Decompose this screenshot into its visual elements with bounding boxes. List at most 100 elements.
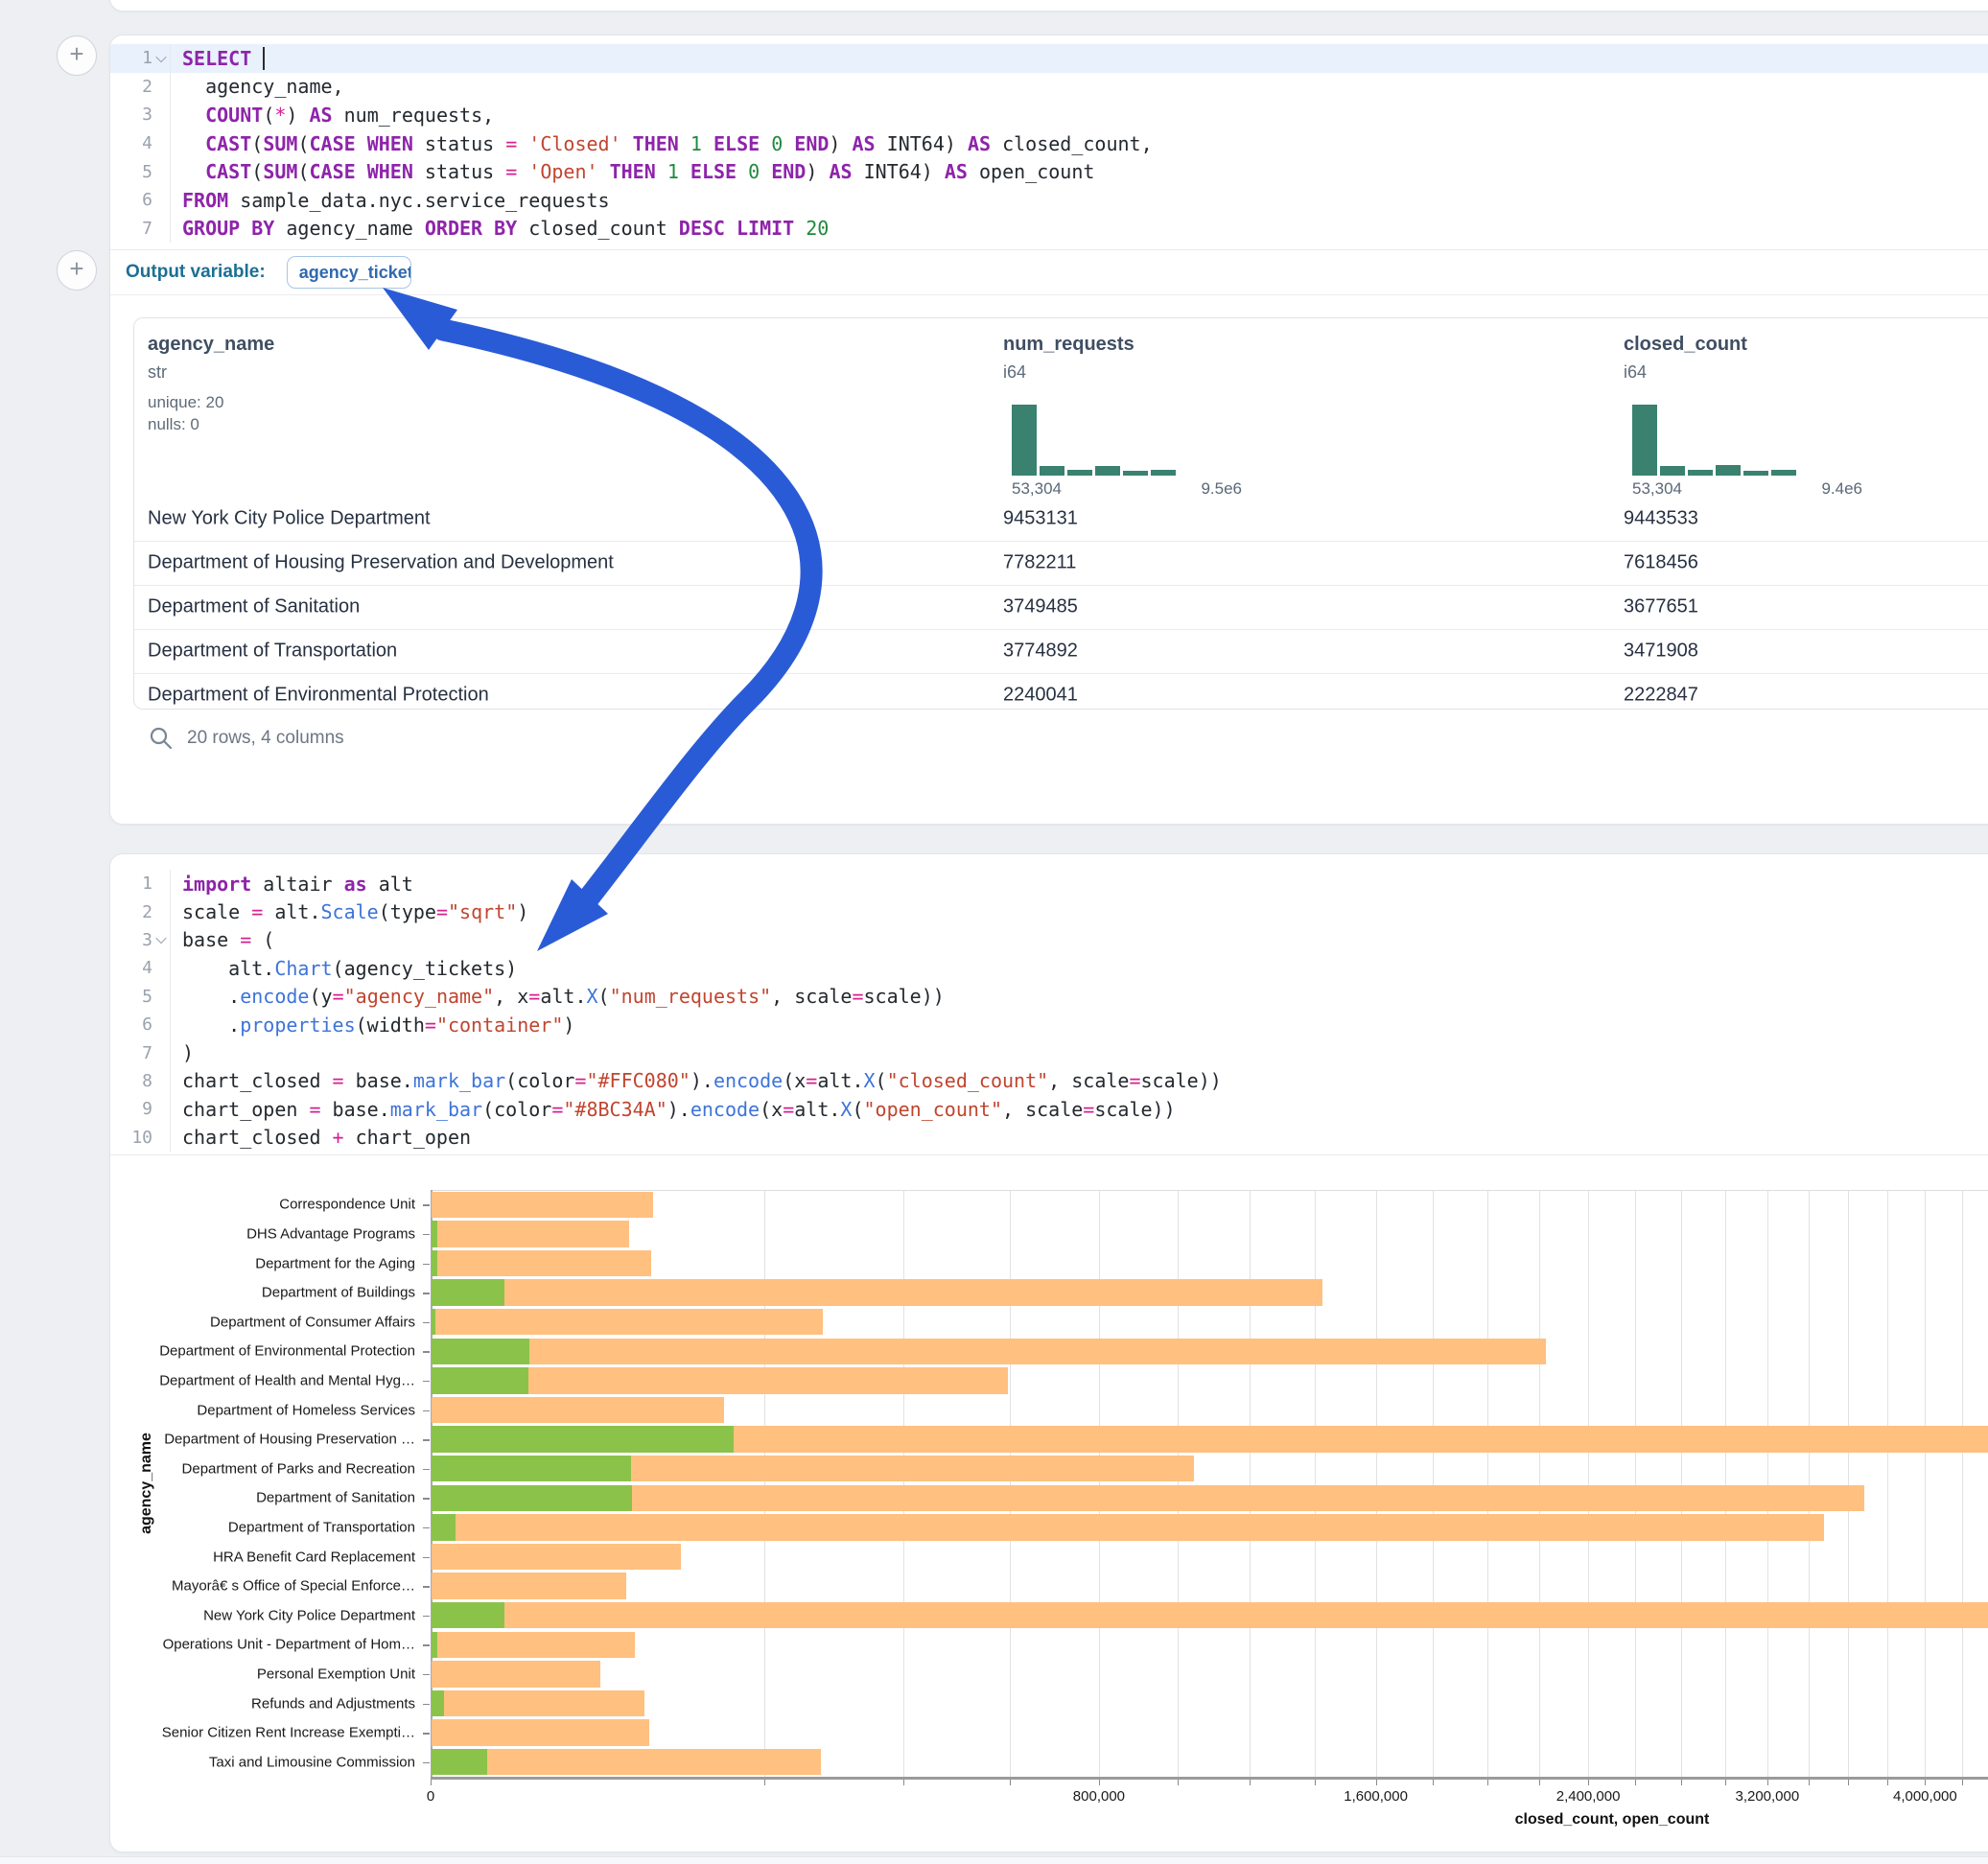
y-axis-tick xyxy=(423,1762,430,1764)
code-line[interactable]: 6FROM sample_data.nyc.service_requests xyxy=(110,186,1988,215)
histogram-num-requests xyxy=(1012,405,1176,476)
table-row[interactable]: Department of Transportation377489234719… xyxy=(134,629,1988,674)
y-axis-tick xyxy=(423,1469,430,1471)
y-axis-tick xyxy=(423,1644,430,1646)
output-variable-pill[interactable]: agency_tickets xyxy=(287,256,411,289)
chart-bar-closed xyxy=(432,1632,635,1659)
gridline xyxy=(1178,1190,1179,1777)
output-variable-row: Output variable: agency_tickets xyxy=(110,249,1988,294)
table-row[interactable]: Department of Environmental Protection22… xyxy=(134,673,1988,710)
x-axis-line xyxy=(431,1777,1988,1780)
y-axis-label: Department of Health and Mental Hyg… xyxy=(135,1372,415,1388)
column-type-agency-name: str xyxy=(148,362,167,383)
table-row[interactable]: New York City Police Department945313194… xyxy=(134,497,1988,542)
gridline xyxy=(1250,1190,1251,1777)
cell-agency-name: Department of Transportation xyxy=(148,641,397,663)
gridline xyxy=(764,1190,765,1777)
line-number: 5 xyxy=(142,162,152,182)
chart-bar-closed xyxy=(432,1279,1322,1306)
chart-bar-open xyxy=(432,1367,528,1394)
x-axis-tick xyxy=(1539,1780,1540,1785)
histogram-bar xyxy=(1632,405,1657,476)
code-line[interactable]: 5 CAST(SUM(CASE WHEN status = 'Open' THE… xyxy=(110,157,1988,186)
code-line[interactable]: 2 agency_name, xyxy=(110,73,1988,102)
y-axis-label: Department of Parks and Recreation xyxy=(135,1460,415,1477)
chart-bar-closed xyxy=(432,1339,1546,1365)
y-axis-label: HRA Benefit Card Replacement xyxy=(135,1549,415,1565)
y-axis-label: Operations Unit - Department of Hom… xyxy=(135,1637,415,1653)
cell-agency-name: Department of Housing Preservation and D… xyxy=(148,552,614,574)
y-axis-label: Refunds and Adjustments xyxy=(135,1695,415,1712)
chart-bar-open xyxy=(432,1426,734,1453)
y-axis-tick xyxy=(423,1234,430,1236)
x-axis-tick xyxy=(1487,1780,1488,1785)
y-axis-line xyxy=(431,1190,433,1777)
python-cell: 1import altair as alt2scale = alt.Scale(… xyxy=(109,853,1988,1852)
line-number: 3 xyxy=(142,105,152,125)
column-header-num-requests[interactable]: num_requests xyxy=(1003,334,1134,356)
bar-chart: agency_name0800,0001,600,0002,400,0003,2… xyxy=(110,854,1988,1852)
column-header-agency-name[interactable]: agency_name xyxy=(148,334,274,356)
sql-editor[interactable]: 1SELECT 2 agency_name,3 COUNT(*) AS num_… xyxy=(110,44,1988,243)
gridline xyxy=(1962,1190,1963,1777)
chart-bar-closed xyxy=(432,1719,649,1746)
chart-bar-closed xyxy=(432,1514,1824,1541)
histogram-min-num-requests: 53,304 xyxy=(1012,479,1062,499)
gridline xyxy=(1315,1190,1316,1777)
table-row[interactable]: Department of Housing Preservation and D… xyxy=(134,541,1988,586)
histogram-max-num-requests: 9.5e6 xyxy=(1201,479,1242,499)
x-axis-tick-label: 3,200,000 xyxy=(1735,1788,1799,1805)
y-axis-tick xyxy=(423,1351,430,1353)
y-axis-tick xyxy=(423,1704,430,1706)
code-line[interactable]: 3 COUNT(*) AS num_requests, xyxy=(110,101,1988,129)
x-axis-tick-label: 800,000 xyxy=(1073,1788,1125,1805)
gridline xyxy=(1635,1190,1636,1777)
fold-chevron-icon xyxy=(152,215,170,244)
column-null-count: nulls: 0 xyxy=(148,415,199,434)
column-header-closed-count[interactable]: closed_count xyxy=(1624,334,1747,356)
x-axis-tick-label: 2,400,000 xyxy=(1556,1788,1621,1805)
y-axis-tick xyxy=(423,1616,430,1618)
chart-bar-closed xyxy=(432,1192,653,1219)
x-axis-tick xyxy=(1250,1780,1251,1785)
chart-bar-closed xyxy=(432,1661,600,1688)
y-axis-tick xyxy=(423,1498,430,1500)
chart-bar-closed xyxy=(432,1573,626,1599)
line-number: 6 xyxy=(142,190,152,210)
y-axis-tick xyxy=(423,1527,430,1529)
y-axis-tick xyxy=(423,1674,430,1676)
gridline xyxy=(1588,1190,1589,1777)
y-axis-label: DHS Advantage Programs xyxy=(135,1225,415,1242)
search-icon[interactable] xyxy=(149,726,174,751)
code-line[interactable]: 1SELECT xyxy=(110,44,1988,73)
gridline xyxy=(1539,1190,1540,1777)
chart-bar-closed xyxy=(432,1602,1988,1629)
x-axis-tick xyxy=(903,1780,904,1785)
x-axis-tick xyxy=(1809,1780,1810,1785)
y-axis-tick xyxy=(423,1439,430,1441)
cell-closed-count: 9443533 xyxy=(1624,508,1698,530)
chart-bar-open xyxy=(432,1309,435,1336)
cell-num-requests: 7782211 xyxy=(1003,552,1076,574)
add-cell-button-middle[interactable]: + xyxy=(57,250,97,291)
fold-chevron-icon[interactable] xyxy=(152,44,170,73)
gridline xyxy=(1809,1190,1810,1777)
y-axis-label: Department of Consumer Affairs xyxy=(135,1314,415,1330)
y-axis-label: Department of Sanitation xyxy=(135,1490,415,1506)
histogram-bar xyxy=(1743,471,1768,476)
chart-bar-open xyxy=(432,1250,437,1277)
fold-chevron-icon xyxy=(152,186,170,215)
x-axis-tick xyxy=(1962,1780,1963,1785)
chart-bar-open xyxy=(432,1632,437,1659)
code-line[interactable]: 4 CAST(SUM(CASE WHEN status = 'Closed' T… xyxy=(110,129,1988,158)
add-cell-button-top[interactable]: + xyxy=(57,35,97,76)
code-line[interactable]: 7GROUP BY agency_name ORDER BY closed_co… xyxy=(110,215,1988,244)
sql-cell: 1SELECT 2 agency_name,3 COUNT(*) AS num_… xyxy=(109,35,1988,825)
table-row[interactable]: Department of Sanitation37494853677651 xyxy=(134,585,1988,630)
histogram-bar xyxy=(1771,470,1796,476)
chart-bar-open xyxy=(432,1485,632,1512)
cell-agency-name: New York City Police Department xyxy=(148,508,431,530)
fold-chevron-icon xyxy=(152,73,170,102)
y-axis-label: Senior Citizen Rent Increase Exempti… xyxy=(135,1725,415,1741)
cell-num-requests: 2240041 xyxy=(1003,685,1078,707)
